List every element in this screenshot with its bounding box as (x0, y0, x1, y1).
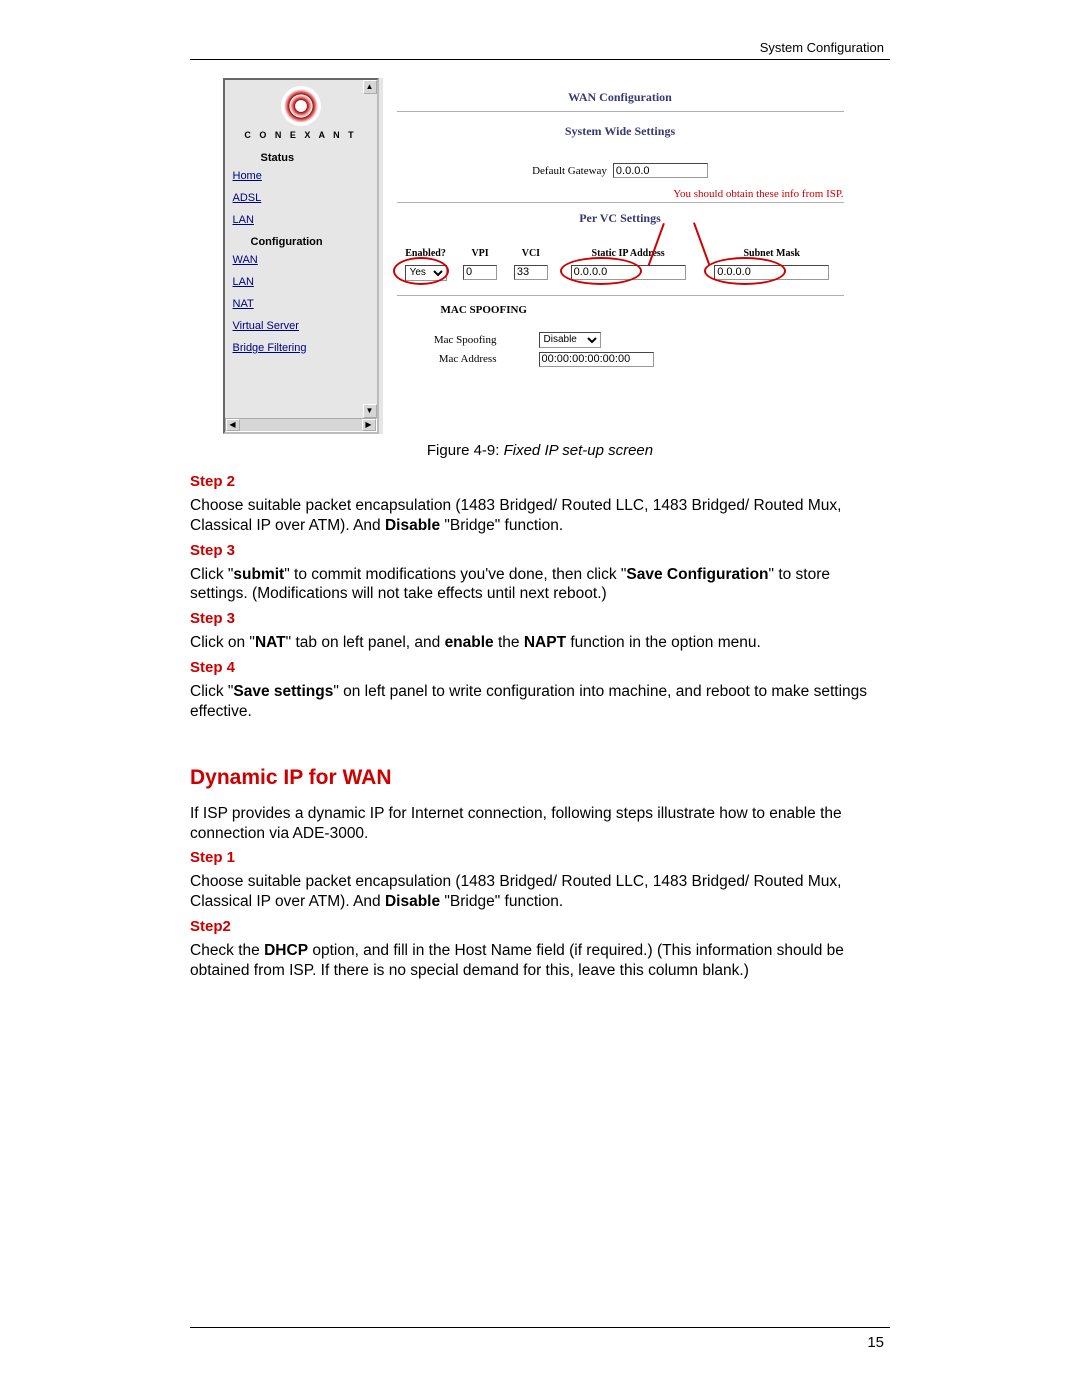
paragraph: Click "Save settings" on left panel to w… (190, 682, 890, 722)
paragraph: Choose suitable packet encapsulation (14… (190, 496, 890, 536)
vci-input[interactable] (514, 265, 548, 280)
section-heading: Dynamic IP for WAN (190, 766, 890, 790)
header-divider (190, 59, 890, 60)
step-heading: Step2 (190, 918, 890, 935)
mac-spoofing-label: Mac Spoofing (377, 334, 503, 346)
sidebar-link-adsl[interactable]: ADSL (233, 192, 377, 204)
section-divider (397, 202, 844, 203)
footer-divider (190, 1327, 890, 1328)
sidebar-link-virtual-server[interactable]: Virtual Server (233, 320, 377, 332)
title-divider (397, 111, 844, 112)
sidebar-link-nat[interactable]: NAT (233, 298, 377, 310)
circle-annotation-icon (704, 257, 786, 285)
sidebar-link-lan2[interactable]: LAN (233, 276, 377, 288)
vc-table: Enabled? VPI VCI Static IP Address Subne… (397, 246, 844, 283)
th-vci: VCI (505, 246, 556, 261)
section-divider-2 (397, 295, 844, 296)
sidebar-section-config: Configuration (251, 236, 377, 248)
scroll-down-icon[interactable]: ▼ (363, 404, 377, 418)
step-heading: Step 1 (190, 849, 890, 866)
page-number: 15 (190, 1334, 890, 1351)
isp-note: You should obtain these info from ISP. (397, 188, 844, 200)
paragraph: Click "submit" to commit modifications y… (190, 565, 890, 605)
wan-config-title: WAN Configuration (397, 90, 844, 105)
step-heading: Step 4 (190, 659, 890, 676)
page-header: System Configuration (190, 40, 890, 55)
scroll-right-icon[interactable]: ▶ (362, 419, 376, 431)
screenshot-sidebar: ▲ C O N E X A N T Status Home ADSL LAN C… (223, 78, 379, 434)
sidebar-link-wan[interactable]: WAN (233, 254, 377, 266)
paragraph: Check the DHCP option, and fill in the H… (190, 941, 890, 981)
conexant-logo-icon (281, 86, 321, 126)
th-vpi: VPI (455, 246, 506, 261)
paragraph: Choose suitable packet encapsulation (14… (190, 872, 890, 912)
mac-address-label: Mac Address (377, 353, 503, 365)
scroll-left-icon[interactable]: ◀ (226, 419, 240, 431)
screenshot-main: WAN Configuration System Wide Settings D… (383, 78, 858, 434)
sidebar-section-status: Status (261, 152, 377, 164)
default-gateway-label: Default Gateway (532, 165, 613, 177)
figure-caption: Figure 4-9: Fixed IP set-up screen (190, 442, 890, 459)
step-heading: Step 3 (190, 610, 890, 627)
paragraph: Click on "NAT" tab on left panel, and en… (190, 633, 890, 653)
vpi-input[interactable] (463, 265, 497, 280)
scroll-up-icon[interactable]: ▲ (363, 80, 377, 94)
brand-label: C O N E X A N T (225, 130, 377, 140)
mac-spoofing-heading: MAC SPOOFING (441, 304, 844, 316)
circle-annotation-icon (393, 257, 449, 285)
sidebar-link-home[interactable]: Home (233, 170, 377, 182)
sidebar-link-lan[interactable]: LAN (233, 214, 377, 226)
paragraph: If ISP provides a dynamic IP for Interne… (190, 804, 890, 844)
system-wide-heading: System Wide Settings (397, 124, 844, 139)
default-gateway-input[interactable] (613, 163, 708, 178)
step-heading: Step 2 (190, 473, 890, 490)
step-heading: Step 3 (190, 542, 890, 559)
sidebar-link-bridge-filtering[interactable]: Bridge Filtering (233, 342, 377, 354)
mac-address-input[interactable] (539, 352, 654, 367)
mac-spoofing-select[interactable]: Disable (539, 332, 601, 348)
horizontal-scrollbar[interactable]: ◀ ▶ (225, 418, 377, 432)
circle-annotation-icon (560, 257, 642, 285)
per-vc-heading: Per VC Settings (397, 211, 844, 226)
config-screenshot: ▲ C O N E X A N T Status Home ADSL LAN C… (223, 78, 858, 434)
